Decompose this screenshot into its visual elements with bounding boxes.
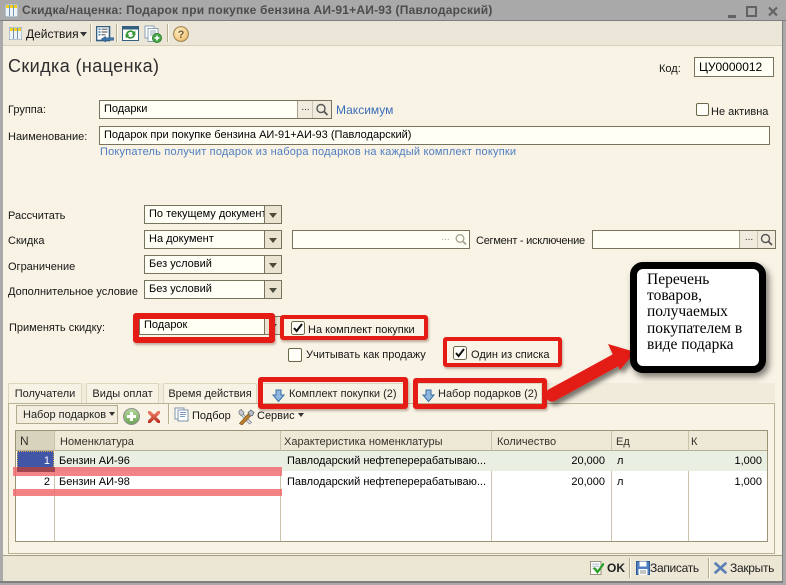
svg-text:?: ? <box>178 29 185 41</box>
